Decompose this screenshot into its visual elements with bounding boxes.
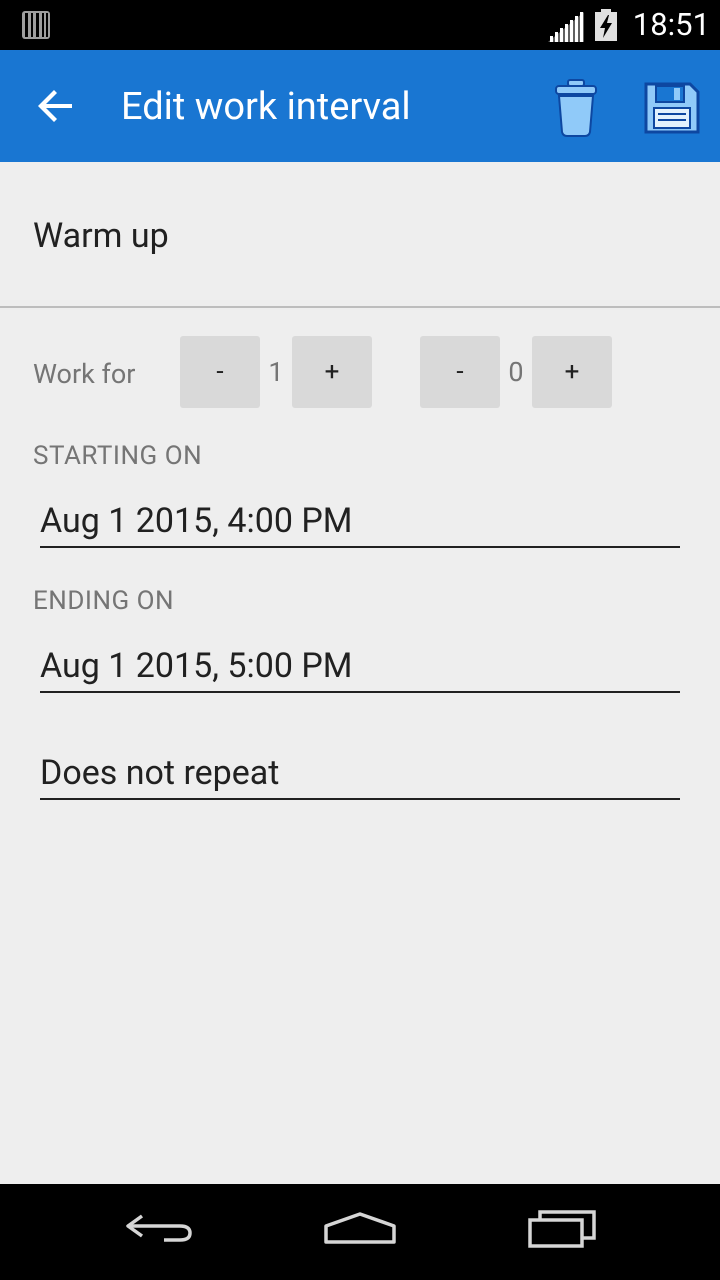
divider <box>0 306 720 308</box>
back-icon[interactable] <box>120 1202 200 1252</box>
toolbar: Edit work interval <box>0 50 720 162</box>
battery-charging-icon <box>595 9 617 41</box>
trash-icon[interactable] <box>548 74 604 138</box>
arrow-back-icon[interactable] <box>32 82 80 130</box>
repeat-selector[interactable]: Does not repeat <box>40 748 680 798</box>
end-datetime-field[interactable]: Aug 1 2015, 5:00 PM <box>40 641 680 691</box>
end-field-underline <box>40 691 680 693</box>
work-for-label: Work for <box>33 358 136 390</box>
hours-decrement-button[interactable]: - <box>180 336 260 408</box>
minutes-value: 0 <box>508 356 524 388</box>
recents-icon[interactable] <box>522 1200 602 1254</box>
ending-on-label: ENDING ON <box>33 586 175 616</box>
start-datetime-field[interactable]: Aug 1 2015, 4:00 PM <box>40 496 680 546</box>
hours-value: 1 <box>268 356 284 388</box>
interval-name-field[interactable]: Warm up <box>33 210 169 262</box>
minutes-decrement-button[interactable]: - <box>420 336 500 408</box>
starting-on-label: STARTING ON <box>33 441 203 471</box>
page-title: Edit work interval <box>121 85 411 129</box>
home-icon[interactable] <box>320 1202 400 1252</box>
hours-increment-button[interactable]: + <box>292 336 372 408</box>
minutes-increment-button[interactable]: + <box>532 336 612 408</box>
navigation-bar <box>0 1184 720 1280</box>
clock: 18:51 <box>632 6 710 43</box>
barcode-icon <box>22 11 50 39</box>
repeat-field-underline <box>40 798 680 800</box>
start-field-underline <box>40 546 680 548</box>
floppy-disk-icon[interactable] <box>642 80 702 136</box>
signal-icon <box>548 12 584 42</box>
status-bar: 18:51 <box>0 0 720 50</box>
